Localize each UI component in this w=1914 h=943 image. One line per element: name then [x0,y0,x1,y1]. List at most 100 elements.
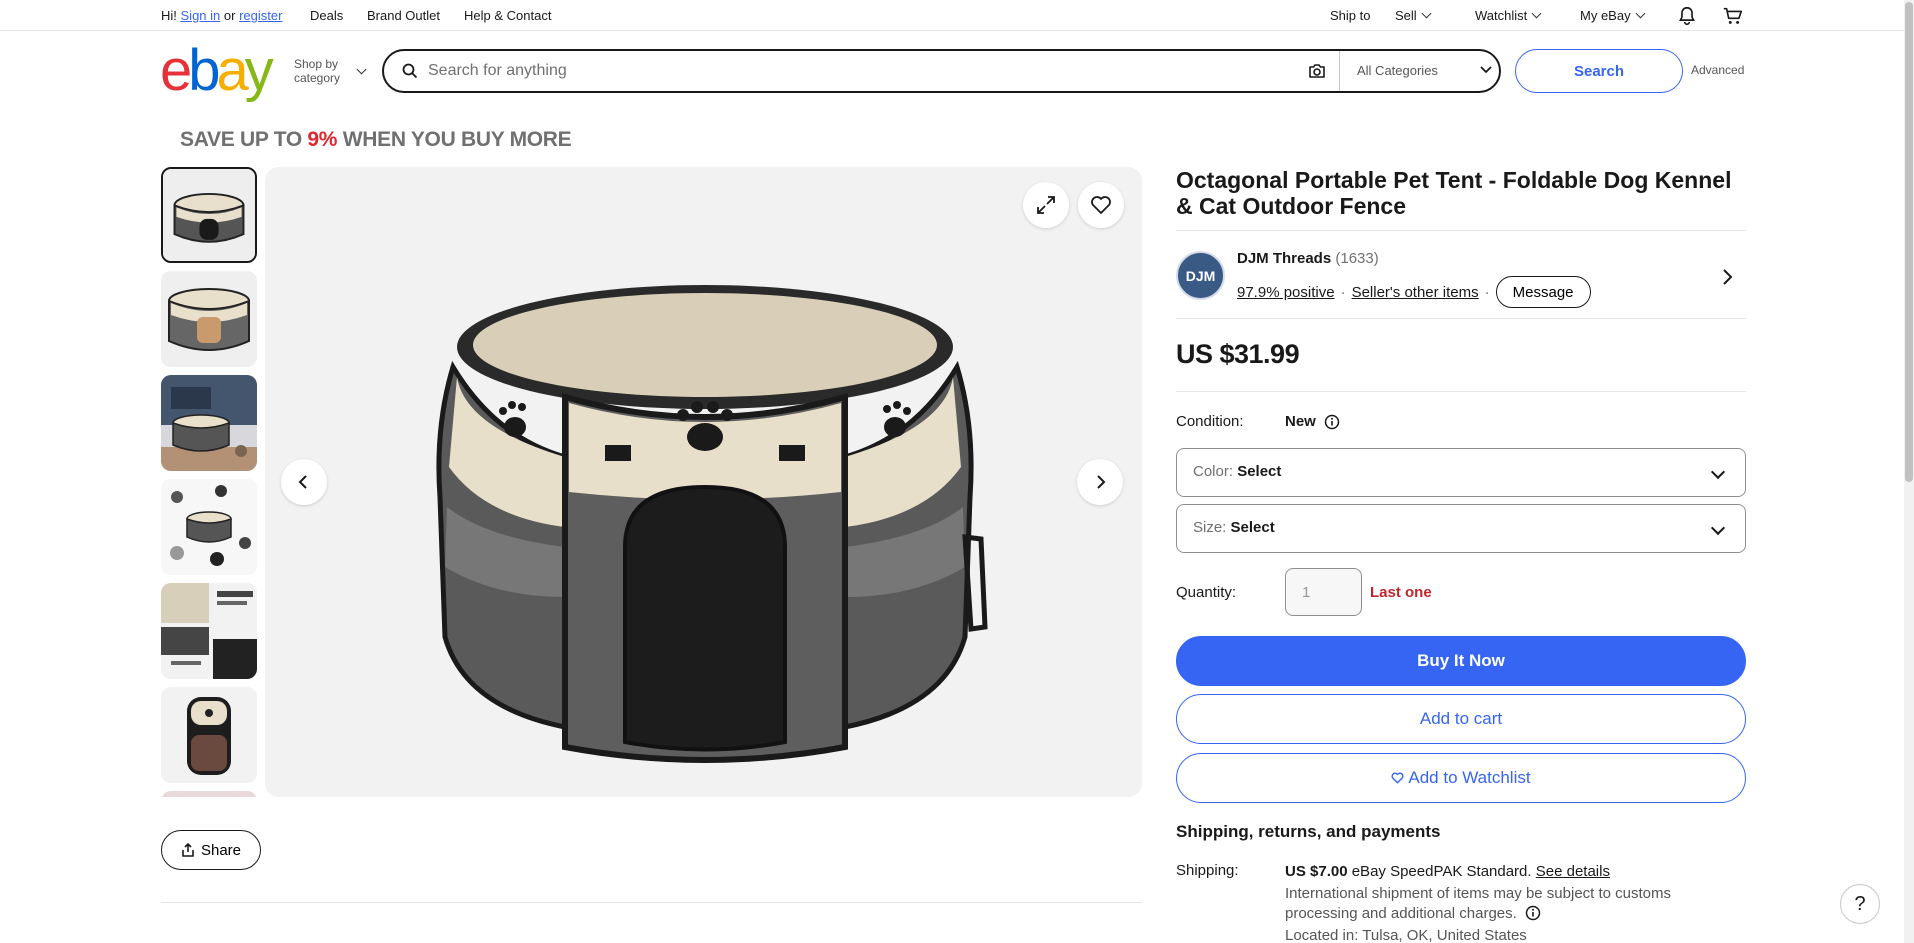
shipping-note: International shipment of items may be s… [1285,884,1705,924]
or-text: or [223,8,236,23]
sell-menu[interactable]: Sell [1395,8,1432,23]
seller-other-items-link[interactable]: Seller's other items [1352,284,1479,301]
product-title: Octagonal Portable Pet Tent - Foldable D… [1176,167,1732,219]
condition-label: Condition: [1176,413,1244,430]
greeting-area: Hi! Sign in or register [161,8,282,23]
separator-dot: · [1484,283,1490,301]
shipping-heading: Shipping, returns, and payments [1176,822,1441,841]
chevron-down-icon [1531,8,1542,19]
size-select-label: Size: [1193,519,1227,536]
thumbnail-list [161,167,257,797]
seller-name[interactable]: DJM Threads (1633) [1237,250,1379,267]
share-label: Share [200,841,242,859]
category-select[interactable]: All Categories [1357,63,1438,78]
heart-icon [1391,772,1404,784]
sell-label: Sell [1395,8,1417,23]
search-button[interactable]: Search [1515,49,1683,93]
color-select-label: Color: [1193,463,1234,480]
previous-image-button[interactable] [281,459,327,505]
add-to-cart-button[interactable]: Add to cart [1176,694,1746,744]
logo-letter-y: y [244,38,274,103]
separator-dot: · [1340,283,1346,301]
message-seller-button[interactable]: Message [1495,276,1591,308]
expand-button[interactable] [1023,182,1069,228]
ebay-logo[interactable]: ebay [160,42,274,100]
info-icon[interactable] [1324,414,1340,430]
my-ebay-menu[interactable]: My eBay [1580,8,1646,23]
color-select[interactable]: Color: Select [1176,448,1746,497]
shop-by-category-button[interactable]: Shop by category [294,57,367,85]
promo-suffix: WHEN YOU BUY MORE [337,128,572,151]
help-button[interactable]: ? [1840,884,1880,924]
thumbnail-2[interactable] [161,271,257,367]
seller-feedback-count: (1633) [1335,250,1379,267]
cart-icon[interactable] [1722,5,1744,27]
buy-it-now-button[interactable]: Buy It Now [1176,636,1746,686]
seller-positive-link[interactable]: 97.9% positive [1237,284,1335,301]
thumbnail-5[interactable] [161,583,257,679]
brand-outlet-link[interactable]: Brand Outlet [367,8,440,23]
item-location: Located in: Tulsa, OK, United States [1285,927,1527,943]
search-icon [402,63,418,79]
search-bar: All Categories [382,49,1501,93]
divider [1176,391,1746,392]
my-ebay-label: My eBay [1580,8,1631,23]
pet-tent-image [265,167,1142,797]
logo-letter-a: a [216,38,249,103]
greeting-text: Hi! [161,8,177,23]
info-icon[interactable] [1525,905,1541,921]
chevron-right-icon [1097,475,1106,489]
divider [161,902,1142,903]
condition-text: New [1285,413,1316,430]
see-details-link[interactable]: See details [1536,863,1610,880]
deals-link[interactable]: Deals [310,8,343,23]
thumbnail-3[interactable] [161,375,257,471]
shipping-details: US $7.00 eBay SpeedPAK Standard. See det… [1285,862,1705,943]
scrollbar-thumb[interactable] [1905,2,1913,482]
seller-avatar[interactable]: DJM [1176,251,1225,300]
quantity-label: Quantity: [1176,584,1237,601]
help-contact-link[interactable]: Help & Contact [464,8,551,23]
camera-icon[interactable] [1308,63,1326,79]
chevron-left-icon [298,475,307,489]
advanced-search-link[interactable]: Advanced [1691,63,1744,77]
sign-in-link[interactable]: Sign in [181,8,221,23]
quantity-input[interactable] [1285,568,1362,616]
size-select[interactable]: Size: Select [1176,504,1746,553]
watchlist-menu[interactable]: Watchlist [1475,8,1542,23]
condition-value: New [1285,413,1340,430]
shop-by-line2: category [294,71,341,85]
chevron-down-icon [356,64,367,75]
expand-icon [1037,196,1055,214]
top-navigation: Hi! Sign in or register Deals Brand Outl… [0,0,1904,31]
share-button[interactable]: Share [161,830,261,870]
ship-to-link[interactable]: Ship to [1330,8,1370,23]
add-to-watchlist-button[interactable]: Add to Watchlist [1176,753,1746,803]
chevron-right-icon[interactable] [1720,268,1734,286]
chevron-down-icon [1480,66,1492,74]
register-link[interactable]: register [239,8,282,23]
seller-name-text: DJM Threads [1237,250,1332,267]
color-select-value: Select [1237,463,1282,480]
seller-meta: 97.9% positive · Seller's other items · … [1237,276,1591,308]
main-product-image[interactable] [265,167,1142,797]
thumbnail-6[interactable] [161,687,257,783]
thumbnail-4[interactable] [161,479,257,575]
promo-banner: SAVE UP TO 9% WHEN YOU BUY MORE [180,128,572,152]
shipping-service: eBay SpeedPAK Standard. [1351,863,1532,880]
favorite-button[interactable] [1078,182,1124,228]
thumbnail-1[interactable] [161,167,257,263]
question-icon: ? [1854,892,1866,915]
divider [1176,318,1746,319]
promo-highlight: 9% [307,128,338,151]
shipping-note-text: International shipment of items may be s… [1285,885,1672,922]
next-image-button[interactable] [1077,459,1123,505]
thumbnail-7[interactable] [161,791,257,797]
search-input[interactable] [428,59,1288,83]
search-divider [1339,51,1340,91]
logo-letter-e: e [160,38,192,103]
scrollbar[interactable] [1904,0,1914,943]
product-price: US $31.99 [1176,339,1300,369]
quantity-note: Last one [1370,584,1432,601]
bell-icon[interactable] [1676,5,1698,27]
